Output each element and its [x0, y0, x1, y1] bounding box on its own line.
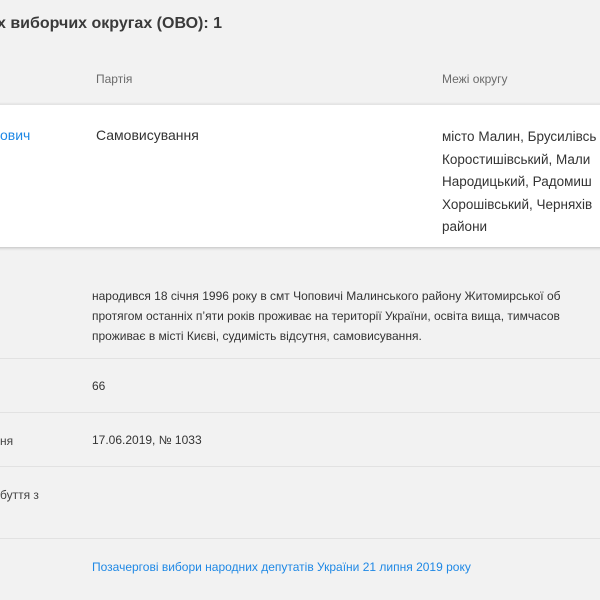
row-divider	[0, 466, 600, 467]
row-divider	[0, 358, 600, 359]
bounds-line: місто Малин, Брусилівсь	[442, 129, 597, 144]
number-value: 66	[92, 379, 106, 393]
column-header-party: Партія	[96, 72, 133, 86]
candidate-biography: народився 18 січня 1996 року в смт Чопов…	[92, 286, 561, 346]
registration-value: 17.06.2019, № 1033	[92, 433, 202, 447]
dropout-label: буття з	[0, 488, 39, 502]
row-divider	[0, 538, 600, 539]
election-link[interactable]: Позачергові вибори народних депутатів Ук…	[92, 560, 471, 574]
bounds-line: Коростишівський, Мали	[442, 151, 591, 167]
bio-line: народився 18 січня 1996 року в смт Чопов…	[92, 289, 561, 303]
registration-label: ня	[0, 434, 14, 448]
district-bounds: місто Малин, Брусилівсь Коростишівський,…	[442, 126, 596, 239]
bio-line: протягом останніх п’яти років проживає н…	[92, 309, 560, 323]
bounds-line: Народицький, Радомиш	[442, 174, 592, 189]
bounds-line: райони	[442, 219, 488, 234]
candidate-name-link[interactable]: ович	[0, 127, 30, 143]
bounds-line: Хорошівський, Черняхів	[442, 196, 593, 212]
bio-line: проживає в місті Києві, судимість відсут…	[92, 329, 422, 343]
page-heading: х виборчих округах (ОВО): 1	[0, 15, 223, 32]
column-header-bounds: Межі округу	[442, 72, 508, 86]
candidate-party: Самовисування	[96, 127, 199, 143]
row-divider	[0, 412, 600, 413]
